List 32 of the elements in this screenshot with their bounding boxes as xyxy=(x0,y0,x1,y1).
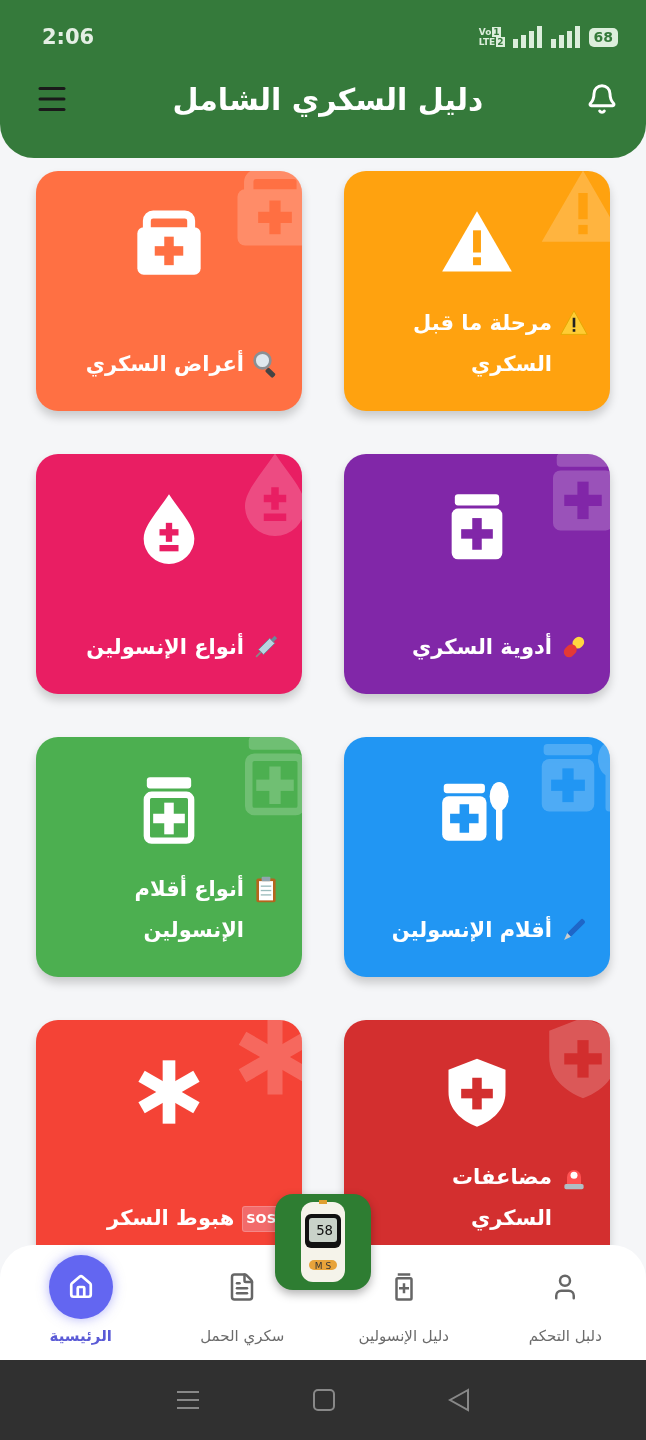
card-label: مضاعفات السكري xyxy=(450,1164,552,1233)
category-card[interactable]: أعراض السكري xyxy=(36,171,302,411)
category-card[interactable]: مضاعفات السكري xyxy=(344,1020,610,1245)
warning-icon xyxy=(560,309,588,337)
signal-icon xyxy=(512,26,543,48)
status-time: 2:06 xyxy=(42,25,95,49)
signal-icon xyxy=(550,26,581,48)
sim-label: 2 xyxy=(496,37,505,47)
back-icon[interactable] xyxy=(447,1388,470,1412)
category-card[interactable]: أدوية السكري xyxy=(344,454,610,694)
meter-reading: 58 xyxy=(316,1222,333,1238)
notifications-button[interactable] xyxy=(586,83,618,115)
meter-keys: M S xyxy=(314,1261,332,1271)
category-card[interactable]: أنواع أقلام الإنسولين xyxy=(36,737,302,977)
home-square-icon[interactable] xyxy=(313,1389,335,1411)
app-title: دليل السكري الشامل xyxy=(172,81,484,117)
card-label: مرحلة ما قبل السكري xyxy=(411,310,552,379)
nav-tab[interactable]: دلبل التحكم xyxy=(528,1255,602,1345)
sim-label: 1 xyxy=(492,27,501,37)
card-label: أنواع أقلام الإنسولين xyxy=(133,874,244,944)
category-card[interactable]: أنواع الإنسولين xyxy=(36,454,302,694)
card-label: أدوية السكري xyxy=(412,632,552,662)
network-label: LTE xyxy=(478,37,496,47)
home-icon xyxy=(67,1274,94,1300)
card-label: هبوط السكر xyxy=(107,1205,235,1232)
card-label: أعراض السكري xyxy=(85,349,244,379)
card-label: أقلام الإنسولين xyxy=(391,915,552,944)
network-label: Vo xyxy=(478,27,492,37)
card-label: أنواع الإنسولين xyxy=(86,632,244,661)
menu-icon[interactable] xyxy=(176,1390,201,1410)
battery-indicator: 68 xyxy=(588,27,618,47)
category-card[interactable]: أقلام الإنسولين xyxy=(344,737,610,977)
